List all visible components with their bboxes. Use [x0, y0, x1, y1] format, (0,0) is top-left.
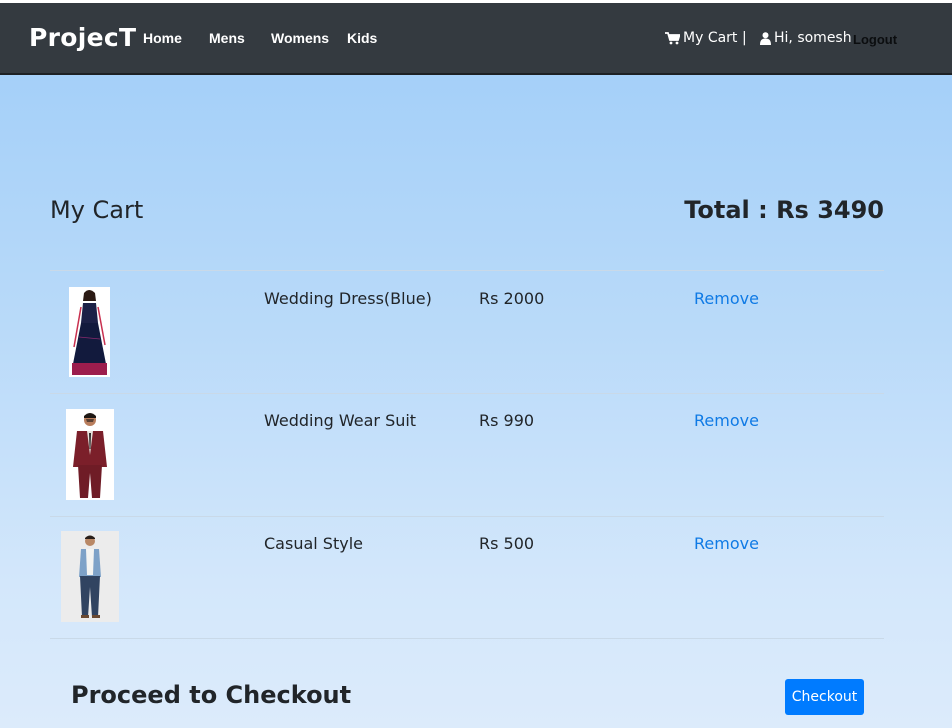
remove-item-button[interactable]: Remove [694, 411, 759, 430]
remove-item-button[interactable]: Remove [694, 534, 759, 553]
item-price: Rs 990 [479, 411, 535, 430]
item-price: Rs 2000 [479, 289, 545, 308]
divider [50, 270, 884, 271]
product-image-casual-style [61, 531, 119, 622]
divider [50, 638, 884, 639]
brand-logo[interactable]: ProjecT [29, 23, 136, 52]
nav-link-mens[interactable]: Mens [209, 30, 245, 46]
nav-link-home[interactable]: Home [143, 30, 182, 46]
cart-total: Total : Rs 3490 [684, 196, 884, 224]
nav-link-kids[interactable]: Kids [347, 30, 377, 46]
my-cart-label: My Cart [683, 30, 738, 46]
item-price: Rs 500 [479, 534, 535, 553]
shopping-cart-icon [665, 30, 680, 46]
divider [50, 393, 884, 394]
logout-link[interactable]: Logout [853, 32, 897, 47]
checkout-button[interactable]: Checkout [785, 679, 864, 715]
nav-link-womens[interactable]: Womens [271, 30, 329, 46]
item-name: Wedding Wear Suit [264, 411, 417, 430]
my-cart-link[interactable]: My Cart [665, 30, 737, 46]
navbar: ProjecT Home Mens Womens Kids My Cart | … [0, 0, 952, 75]
product-image-wedding-suit [66, 409, 114, 500]
cart-title: My Cart [50, 196, 144, 224]
item-name: Wedding Dress(Blue) [264, 289, 432, 308]
nav-separator: | [742, 30, 747, 46]
divider [50, 516, 884, 517]
item-name: Casual Style [264, 534, 363, 553]
product-image-wedding-dress [69, 287, 110, 377]
user-icon [760, 30, 771, 46]
checkout-title: Proceed to Checkout [71, 681, 352, 709]
user-greeting: Hi, somesh [760, 30, 852, 46]
greeting-text: Hi, somesh [774, 30, 852, 46]
remove-item-button[interactable]: Remove [694, 289, 759, 308]
